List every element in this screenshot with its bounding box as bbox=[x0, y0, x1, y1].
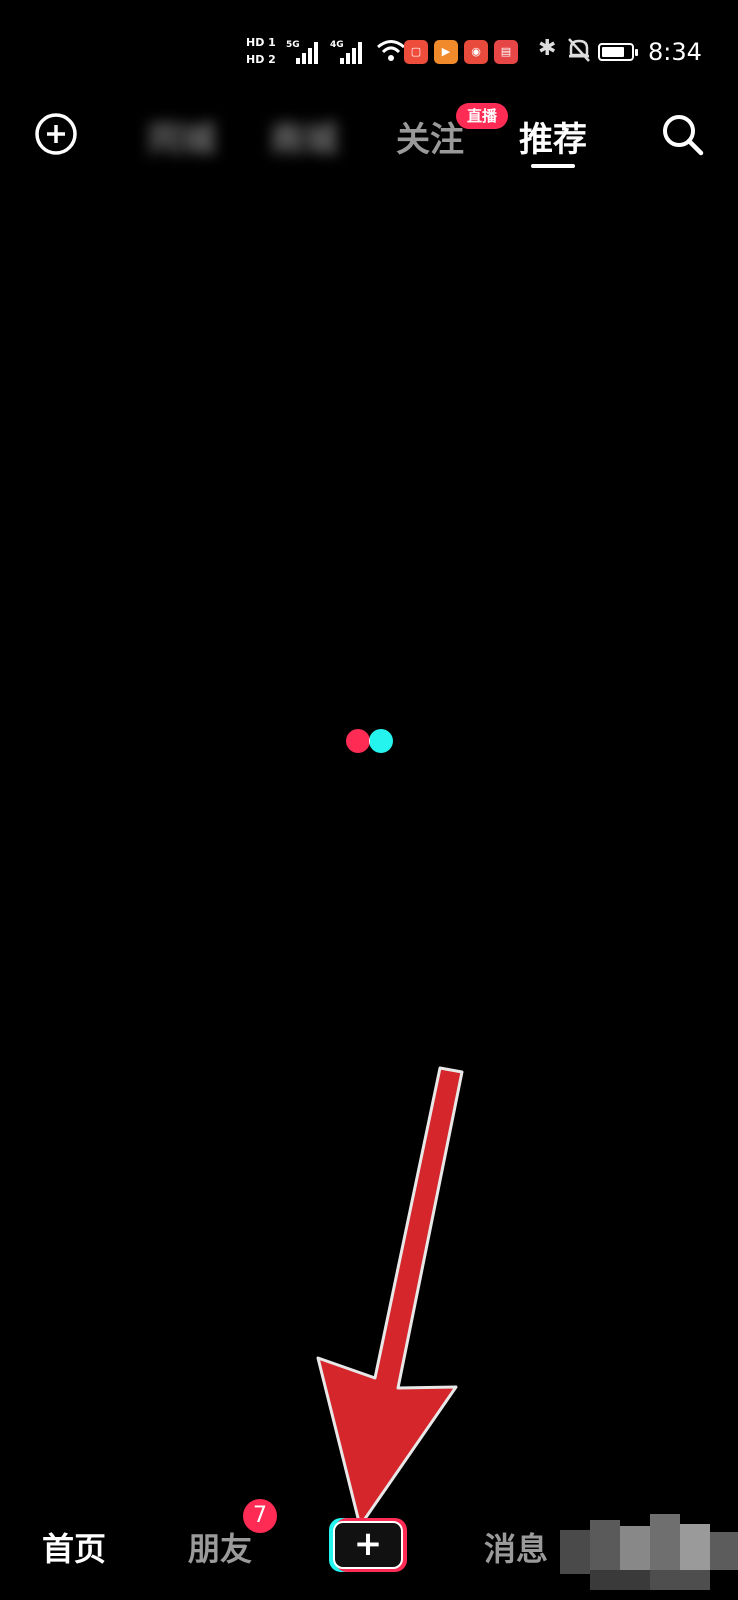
annotation-arrow bbox=[316, 1066, 464, 1528]
live-badge: 直播 bbox=[456, 103, 508, 129]
hd2-label: HD 2 bbox=[246, 53, 276, 66]
loading-dot-red bbox=[346, 729, 370, 753]
top-nav: 同城 商城 关注 直播 推荐 bbox=[0, 100, 738, 180]
add-circle-icon[interactable] bbox=[34, 112, 78, 156]
create-button[interactable]: + bbox=[329, 1518, 407, 1572]
hd-indicator: HD 1 HD 2 bbox=[246, 34, 282, 68]
signal-icon bbox=[296, 40, 322, 64]
bottom-nav: 首页 朋友 7 + 消息 bbox=[0, 1486, 738, 1600]
tab-following[interactable]: 关注 bbox=[396, 112, 464, 161]
hd1-label: HD 1 bbox=[246, 36, 276, 49]
clock: 8:34 bbox=[648, 38, 702, 66]
bell-muted-icon bbox=[568, 38, 590, 62]
nav-home[interactable]: 首页 bbox=[42, 1524, 106, 1570]
friends-badge: 7 bbox=[243, 1499, 277, 1533]
video-icon: ▶ bbox=[434, 40, 458, 64]
tmall-icon: ▢ bbox=[404, 40, 428, 64]
nav-friends[interactable]: 朋友 bbox=[188, 1524, 252, 1570]
tab-local[interactable]: 同城 bbox=[148, 112, 216, 161]
618-icon: ◉ bbox=[464, 40, 488, 64]
wifi-icon bbox=[377, 40, 405, 61]
search-icon[interactable] bbox=[660, 112, 706, 158]
nav-messages[interactable]: 消息 bbox=[484, 1524, 548, 1570]
signal-icon-2 bbox=[340, 40, 366, 64]
status-bar: HD 1 HD 2 5G 4G ▢ ▶ ◉ ▤ ✱ 8:34 bbox=[0, 0, 738, 100]
create-button-plus: + bbox=[333, 1521, 403, 1569]
loading-dot-cyan bbox=[369, 729, 393, 753]
tab-recommended[interactable]: 推荐 bbox=[519, 112, 587, 161]
tab-mall[interactable]: 商城 bbox=[270, 112, 338, 161]
bluetooth-icon: ✱ bbox=[538, 36, 557, 61]
battery-icon bbox=[598, 43, 638, 61]
active-tab-indicator bbox=[531, 164, 575, 168]
book-icon: ▤ bbox=[494, 40, 518, 64]
pixelated-nav-me[interactable] bbox=[560, 1496, 738, 1600]
